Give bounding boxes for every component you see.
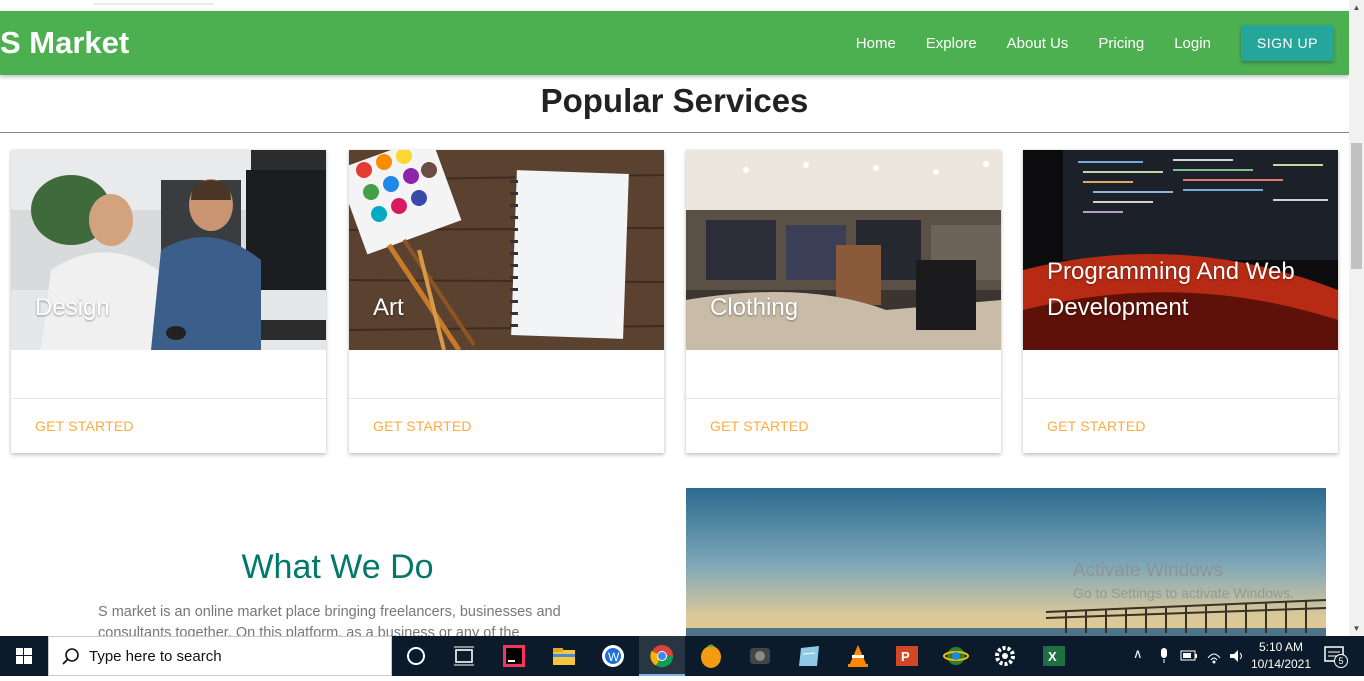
get-started-link[interactable]: GET STARTED [710,418,809,434]
svg-text:W: W [608,650,620,664]
nav-explore[interactable]: Explore [926,35,977,52]
card-title: Art [373,294,404,321]
notification-count-badge: 5 [1334,654,1348,668]
section-divider [0,132,1349,133]
nav-links: Home Explore About Us Pricing Login SIGN… [856,11,1349,75]
vertical-scrollbar[interactable]: ▲ ▼ [1349,0,1364,636]
notes-app-icon[interactable] [795,642,823,670]
volume-icon[interactable] [1228,648,1246,664]
microphone-icon[interactable] [1158,648,1170,664]
search-icon [62,648,79,665]
card-action: GET STARTED [686,398,1001,453]
app-w-icon[interactable]: W [599,642,627,670]
get-started-link[interactable]: GET STARTED [373,418,472,434]
file-explorer-icon[interactable] [550,642,578,670]
network-app-icon[interactable] [942,642,970,670]
service-card-programming[interactable]: Programming And Web Development GET STAR… [1023,150,1338,453]
fl-studio-icon[interactable] [697,642,725,670]
navbar: S Market Home Explore About Us Pricing L… [0,11,1349,75]
nav-pricing[interactable]: Pricing [1098,35,1144,52]
clothing-image: Clothing [686,150,1001,350]
cortana-icon[interactable] [402,642,430,670]
windows-taskbar: Type here to search W P X ∧ 5:10 AM 10/1… [0,636,1364,676]
excel-icon[interactable]: X [1040,642,1068,670]
signup-button[interactable]: SIGN UP [1240,25,1334,61]
scroll-up-icon[interactable]: ▲ [1349,0,1364,15]
taskbar-clock[interactable]: 5:10 AM 10/14/2021 [1248,639,1314,673]
what-we-do-text: S market is an online market place bring… [98,604,561,636]
clock-date: 10/14/2021 [1250,657,1312,671]
what-we-do-title: What We Do [241,548,434,586]
nav-login[interactable]: Login [1174,35,1211,52]
service-card-clothing[interactable]: Clothing GET STARTED [686,150,1001,453]
brand-logo[interactable]: S Market [0,25,129,61]
tray-chevron-icon[interactable]: ∧ [1133,646,1143,662]
nav-about-us[interactable]: About Us [1007,35,1069,52]
card-title: Programming And Web Development [1047,258,1295,321]
chrome-icon[interactable] [648,642,676,670]
scrollbar-thumb[interactable] [1351,143,1362,269]
nav-home[interactable]: Home [856,35,896,52]
programming-image: Programming And Web Development [1023,150,1338,350]
card-action: GET STARTED [1023,398,1338,453]
vlc-icon[interactable] [844,642,872,670]
browser-viewport: S Market Home Explore About Us Pricing L… [0,0,1349,636]
taskbar-search[interactable]: Type here to search [48,636,392,676]
clock-time: 5:10 AM [1258,640,1304,654]
popular-services-title: Popular Services [540,82,809,119]
service-card-design[interactable]: Design GET STARTED [11,150,326,453]
card-title: Design [35,294,110,321]
card-title: Clothing [710,294,799,321]
notification-center-icon[interactable]: 5 [1322,644,1350,670]
powerpoint-icon[interactable]: P [893,642,921,670]
wifi-icon[interactable] [1206,648,1222,664]
search-placeholder: Type here to search [89,648,222,665]
svg-text:P: P [901,649,910,664]
svg-text:X: X [1048,649,1057,664]
settings-gear-icon[interactable] [991,642,1019,670]
get-started-link[interactable]: GET STARTED [1047,418,1146,434]
get-started-link[interactable]: GET STARTED [35,418,134,434]
media-app-icon[interactable] [746,642,774,670]
task-view-icon[interactable] [450,642,478,670]
activate-windows-watermark: Activate Windows Go to Settings to activ… [1073,560,1294,601]
page-top-edge [0,0,1349,11]
art-image: Art [349,150,664,350]
battery-icon[interactable] [1180,649,1198,663]
intellij-icon[interactable] [500,642,528,670]
design-image: Design [11,150,326,350]
card-action: GET STARTED [11,398,326,453]
windows-start-icon[interactable] [0,636,48,676]
card-action: GET STARTED [349,398,664,453]
system-tray: ∧ [1130,636,1248,676]
scroll-down-icon[interactable]: ▼ [1349,621,1364,636]
service-card-art[interactable]: Art GET STARTED [349,150,664,453]
